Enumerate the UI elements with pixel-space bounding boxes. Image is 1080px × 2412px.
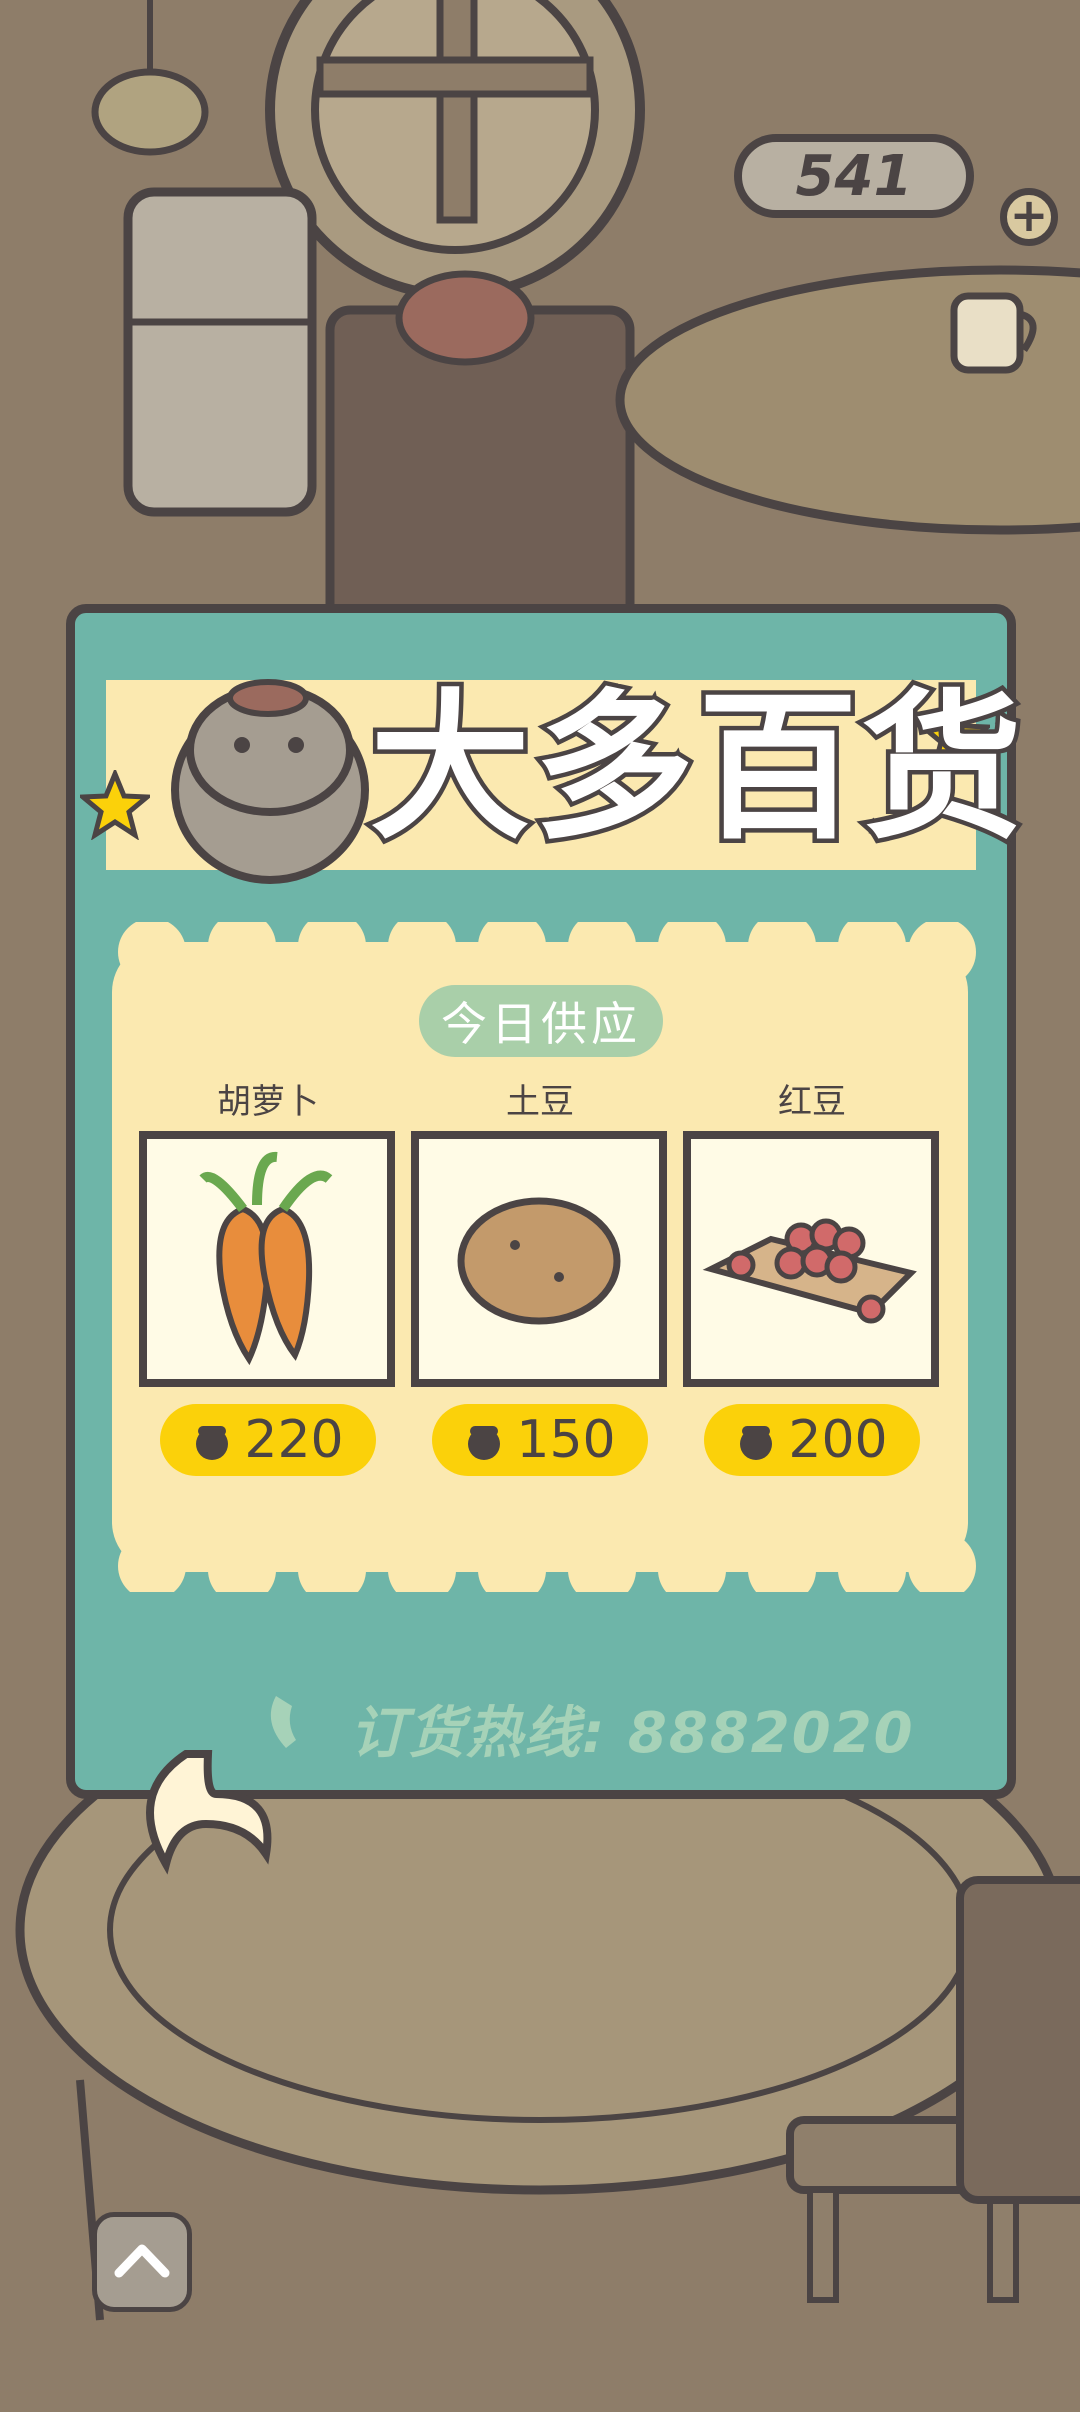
price-button-red-beans[interactable]: 200 <box>704 1404 920 1476</box>
potato-icon <box>457 1197 621 1325</box>
acorn-icon <box>196 1426 229 1460</box>
item-card-carrot[interactable] <box>139 1131 395 1387</box>
back-arrow-icon[interactable] <box>126 1740 272 1880</box>
expand-up-button[interactable] <box>92 2212 192 2312</box>
carrot-icon <box>199 1152 333 1366</box>
item-card-potato[interactable] <box>411 1131 667 1387</box>
acorn-icon <box>740 1426 773 1460</box>
price-value: 150 <box>516 1410 616 1470</box>
order-hotline: 订货热线: 8882020 <box>350 1701 915 1766</box>
price-button-potato[interactable]: 150 <box>432 1404 648 1476</box>
price-value: 200 <box>788 1410 888 1470</box>
price-button-carrot[interactable]: 220 <box>160 1404 376 1476</box>
currency-counter: 541 <box>734 134 974 218</box>
shop-title: 大多百货 <box>365 670 1027 866</box>
item-label-red-beans: 红豆 <box>778 1082 846 1122</box>
phone-icon <box>270 1696 296 1748</box>
add-currency-button[interactable]: + <box>1000 188 1058 246</box>
item-label-potato: 土豆 <box>506 1082 574 1122</box>
cup-icon[interactable] <box>940 278 1050 388</box>
hippo-mascot-icon <box>171 679 369 884</box>
star-icon <box>80 770 150 840</box>
red-beans-icon <box>702 1218 917 1324</box>
chevron-up-icon <box>114 2244 170 2278</box>
price-value: 220 <box>244 1410 344 1470</box>
section-tag: 今日供应 <box>419 985 663 1057</box>
item-card-red-beans[interactable] <box>683 1131 939 1387</box>
currency-count: 541 <box>795 143 913 209</box>
item-label-carrot: 胡萝卜 <box>217 1082 319 1122</box>
acorn-icon <box>468 1426 501 1460</box>
